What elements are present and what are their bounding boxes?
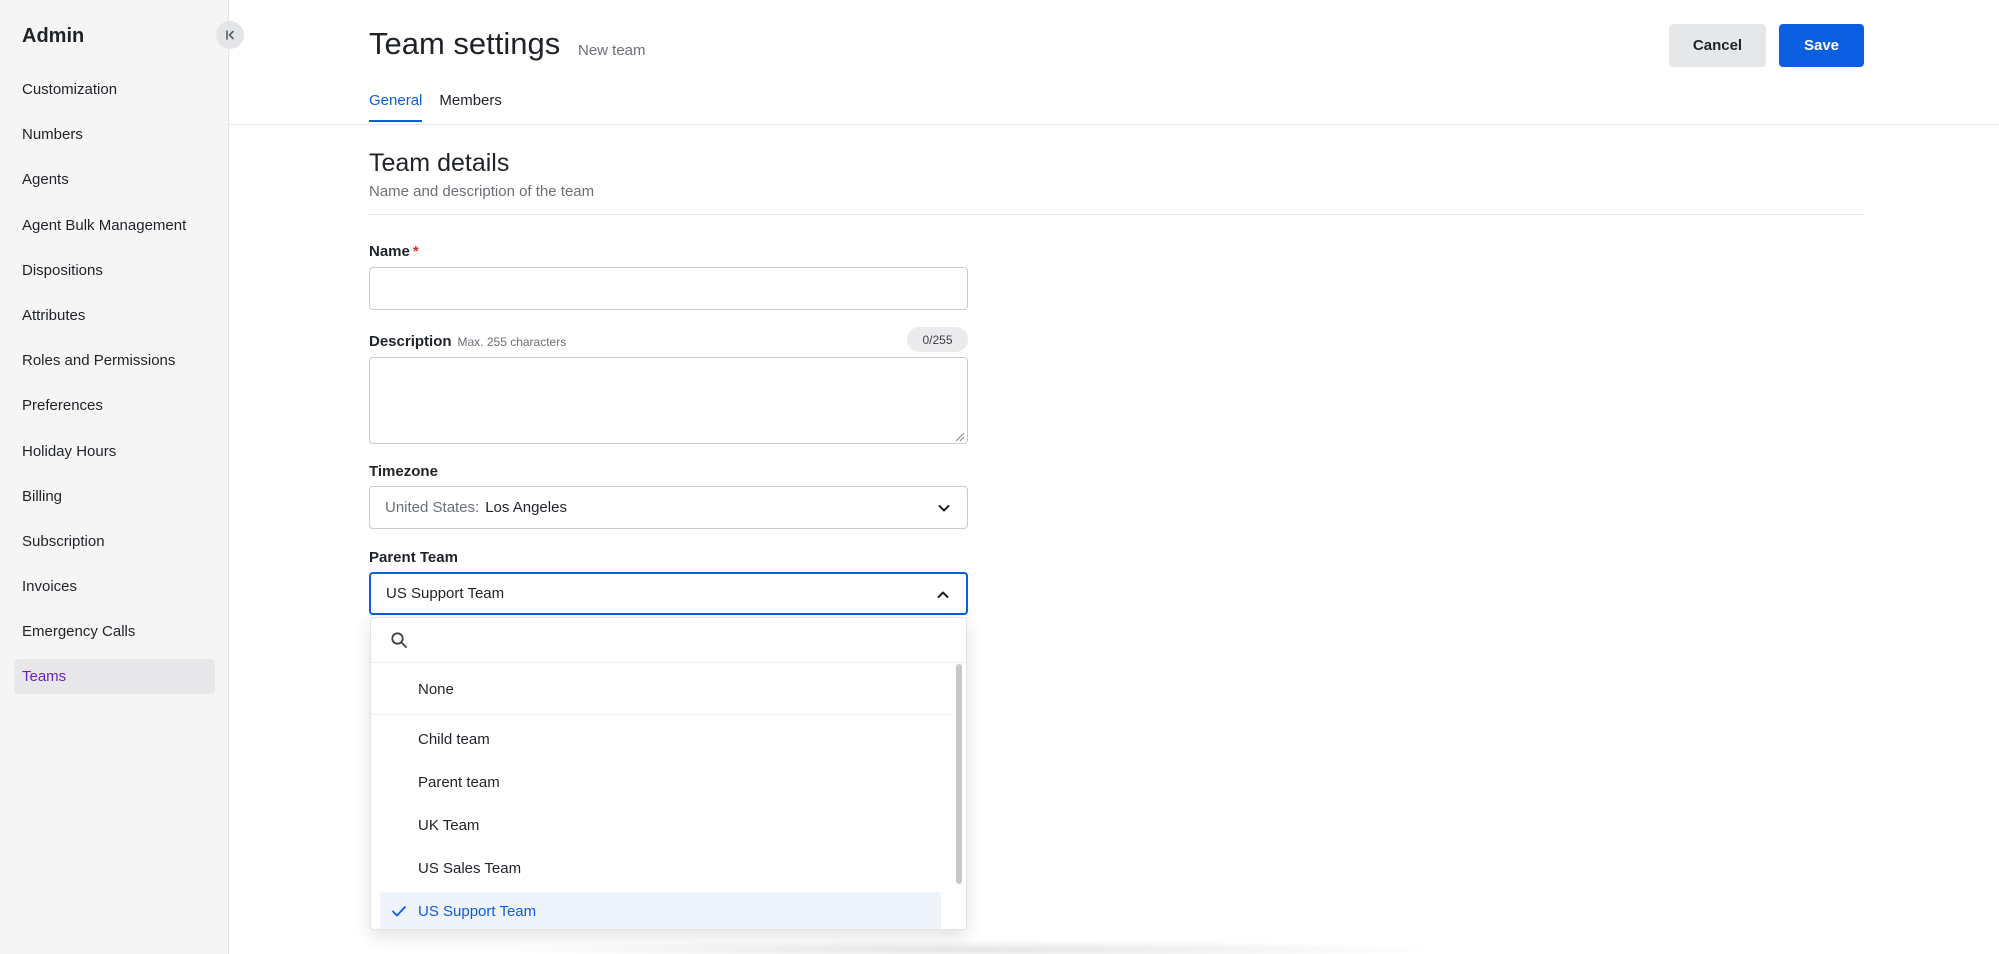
name-label-text: Name <box>369 243 410 260</box>
tab-bar: General Members <box>369 92 519 122</box>
page-subtitle: New team <box>578 42 646 59</box>
dropdown-search <box>371 618 966 663</box>
save-button[interactable]: Save <box>1779 24 1864 67</box>
timezone-select[interactable]: United States: Los Angeles <box>369 486 968 529</box>
section-title: Team details <box>369 149 510 177</box>
sidebar: Admin Customization Numbers Agents Agent… <box>0 0 229 954</box>
parent-team-dropdown: None Child team Parent team UK Team US S… <box>370 617 967 930</box>
dropdown-option-us-support-team[interactable]: US Support Team <box>380 892 941 929</box>
sidebar-item-numbers[interactable]: Numbers <box>14 117 215 152</box>
timezone-prefix: United States: <box>385 499 480 516</box>
page-title: Team settings <box>369 26 561 61</box>
sidebar-item-preferences[interactable]: Preferences <box>14 388 215 423</box>
parent-team-label: Parent Team <box>369 549 458 566</box>
dropdown-option-us-sales-team[interactable]: US Sales Team <box>380 849 941 887</box>
parent-team-select[interactable]: US Support Team <box>369 572 968 615</box>
sidebar-item-invoices[interactable]: Invoices <box>14 569 215 604</box>
check-icon <box>392 906 406 917</box>
character-counter: 0/255 <box>907 327 968 352</box>
dropdown-option-none[interactable]: None <box>371 664 951 715</box>
sidebar-title: Admin <box>22 25 85 47</box>
name-label: Name * <box>369 243 419 260</box>
dropdown-option-child-team[interactable]: Child team <box>380 720 941 758</box>
section-divider <box>369 214 1864 215</box>
dropdown-scrollbar[interactable] <box>956 664 962 884</box>
parent-team-value: US Support Team <box>386 585 505 602</box>
name-input[interactable] <box>369 267 968 310</box>
timezone-label: Timezone <box>369 463 438 480</box>
sidebar-item-emergency-calls[interactable]: Emergency Calls <box>14 614 215 649</box>
tab-members[interactable]: Members <box>439 92 502 122</box>
section-description: Name and description of the team <box>369 183 595 200</box>
description-hint: Max. 255 characters <box>457 335 567 349</box>
sidebar-item-agents[interactable]: Agents <box>14 162 215 197</box>
sidebar-item-agent-bulk-management[interactable]: Agent Bulk Management <box>14 208 215 243</box>
description-label: Description Max. 255 characters <box>369 333 566 350</box>
sidebar-item-roles-and-permissions[interactable]: Roles and Permissions <box>14 343 215 378</box>
sidebar-item-attributes[interactable]: Attributes <box>14 298 215 333</box>
resize-grip-icon[interactable] <box>951 428 965 442</box>
sidebar-item-holiday-hours[interactable]: Holiday Hours <box>14 434 215 469</box>
bottom-shadow <box>490 940 1450 954</box>
dropdown-option-uk-team[interactable]: UK Team <box>380 806 941 844</box>
sidebar-item-teams[interactable]: Teams <box>14 659 215 695</box>
chevron-down-icon <box>938 505 950 512</box>
dropdown-option-parent-team[interactable]: Parent team <box>380 763 941 801</box>
dropdown-search-input[interactable] <box>421 626 941 654</box>
required-mark: * <box>412 243 419 260</box>
cancel-button[interactable]: Cancel <box>1669 24 1766 67</box>
search-icon <box>391 632 407 648</box>
collapse-left-icon <box>226 30 234 40</box>
description-textarea[interactable] <box>369 357 968 444</box>
sidebar-item-customization[interactable]: Customization <box>14 72 215 107</box>
sidebar-item-dispositions[interactable]: Dispositions <box>14 253 215 288</box>
timezone-value: Los Angeles <box>485 499 567 516</box>
tab-general[interactable]: General <box>369 92 423 122</box>
page-header: Team settings New team Cancel Save Gener… <box>229 0 1999 125</box>
sidebar-nav: Customization Numbers Agents Agent Bulk … <box>14 72 215 705</box>
sidebar-collapse-button[interactable] <box>216 21 244 49</box>
chevron-up-icon <box>937 591 949 598</box>
description-label-text: Description <box>369 333 452 350</box>
sidebar-item-subscription[interactable]: Subscription <box>14 524 215 559</box>
dropdown-option-label: US Support Team <box>418 902 537 920</box>
sidebar-item-billing[interactable]: Billing <box>14 479 215 514</box>
